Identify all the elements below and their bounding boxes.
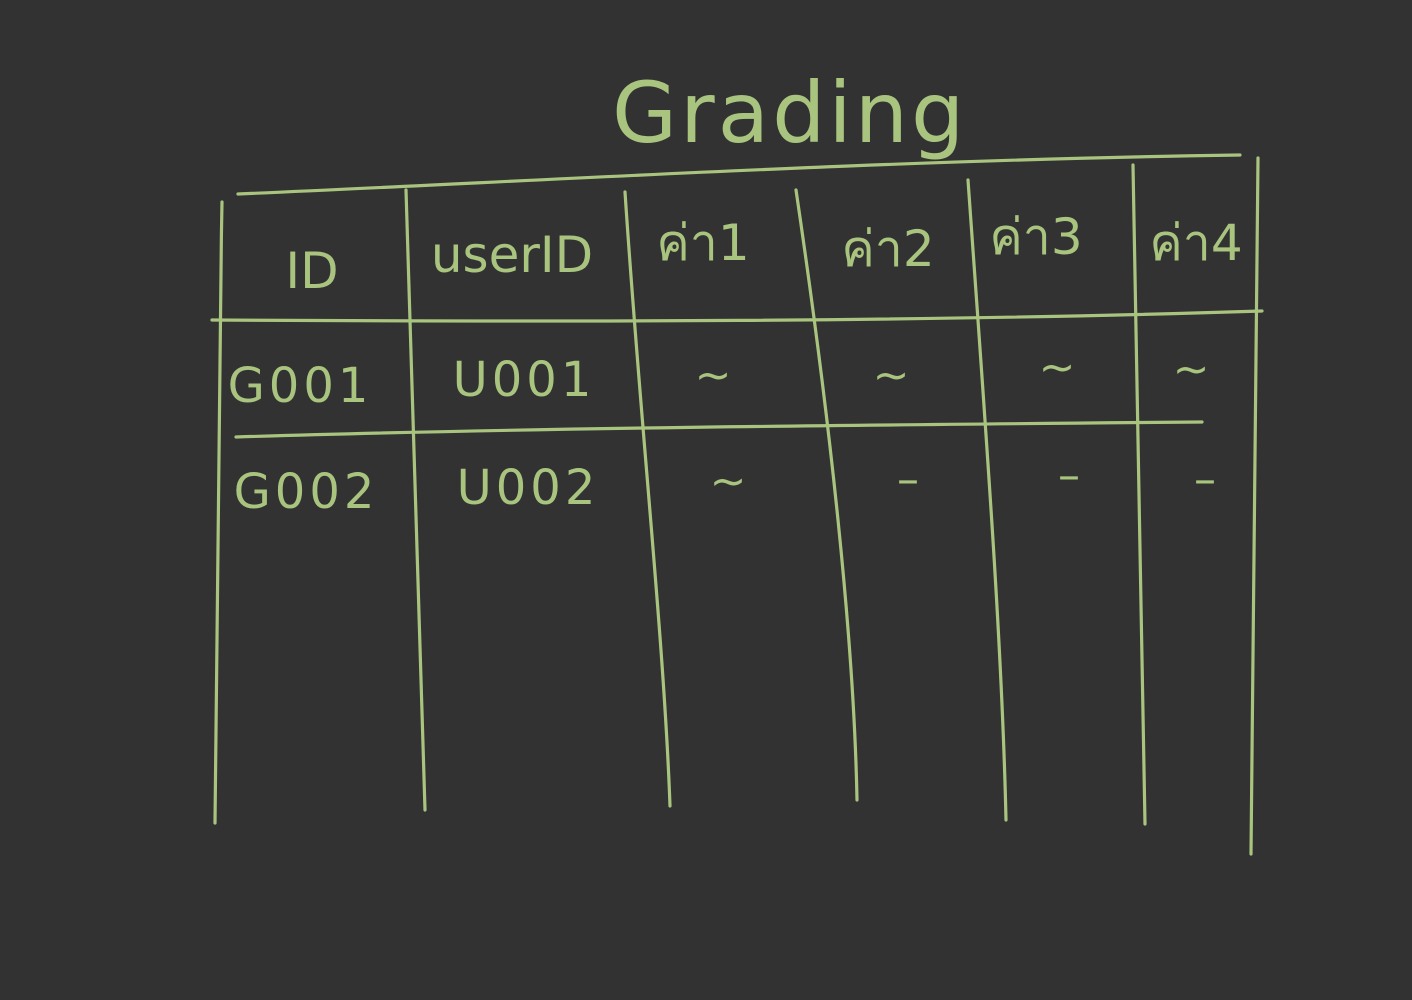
row-divider [234,420,1204,439]
header-value-3: ค่า3 [989,208,1082,266]
cell-row2-value-1: ~ [710,456,747,507]
table-row: G002 U002 ~ – – – [234,450,1216,520]
table-title: Grading [612,64,967,162]
whiteboard-canvas: Grading ID userID ค่า1 ค่า2 ค่า3 ค่า4 G0… [210,64,1264,856]
cell-row1-id: G001 [228,358,373,414]
col-divider-3 [794,188,859,802]
header-divider [210,309,1264,323]
header-row: ID userID ค่า1 ค่า2 ค่า3 ค่า4 [285,208,1242,300]
table-row: G001 U001 ~ ~ ~ ~ [228,342,1210,414]
header-value-4: ค่า4 [1149,214,1242,272]
header-userid: userID [431,226,593,284]
cell-row1-userid: U001 [453,352,596,408]
cell-row2-value-3: – [1058,450,1080,501]
col-divider-4 [966,178,1008,822]
cell-row2-userid: U002 [457,460,600,516]
cell-row1-value-1: ~ [695,350,732,401]
cell-row2-id: G002 [234,464,379,520]
header-value-2: ค่า2 [841,220,934,278]
header-id: ID [285,242,338,300]
col-divider-2 [623,190,672,808]
col-border-right [1249,156,1260,856]
cell-row2-value-2: – [897,454,919,505]
col-divider-5 [1131,163,1147,826]
header-value-1: ค่า1 [656,214,749,272]
cell-row1-value-2: ~ [873,350,910,401]
cell-row1-value-3: ~ [1039,342,1076,393]
col-divider-1 [404,188,427,812]
col-border-left [213,200,224,825]
cell-row1-value-4: ~ [1173,344,1210,395]
cell-row2-value-4: – [1194,454,1216,505]
